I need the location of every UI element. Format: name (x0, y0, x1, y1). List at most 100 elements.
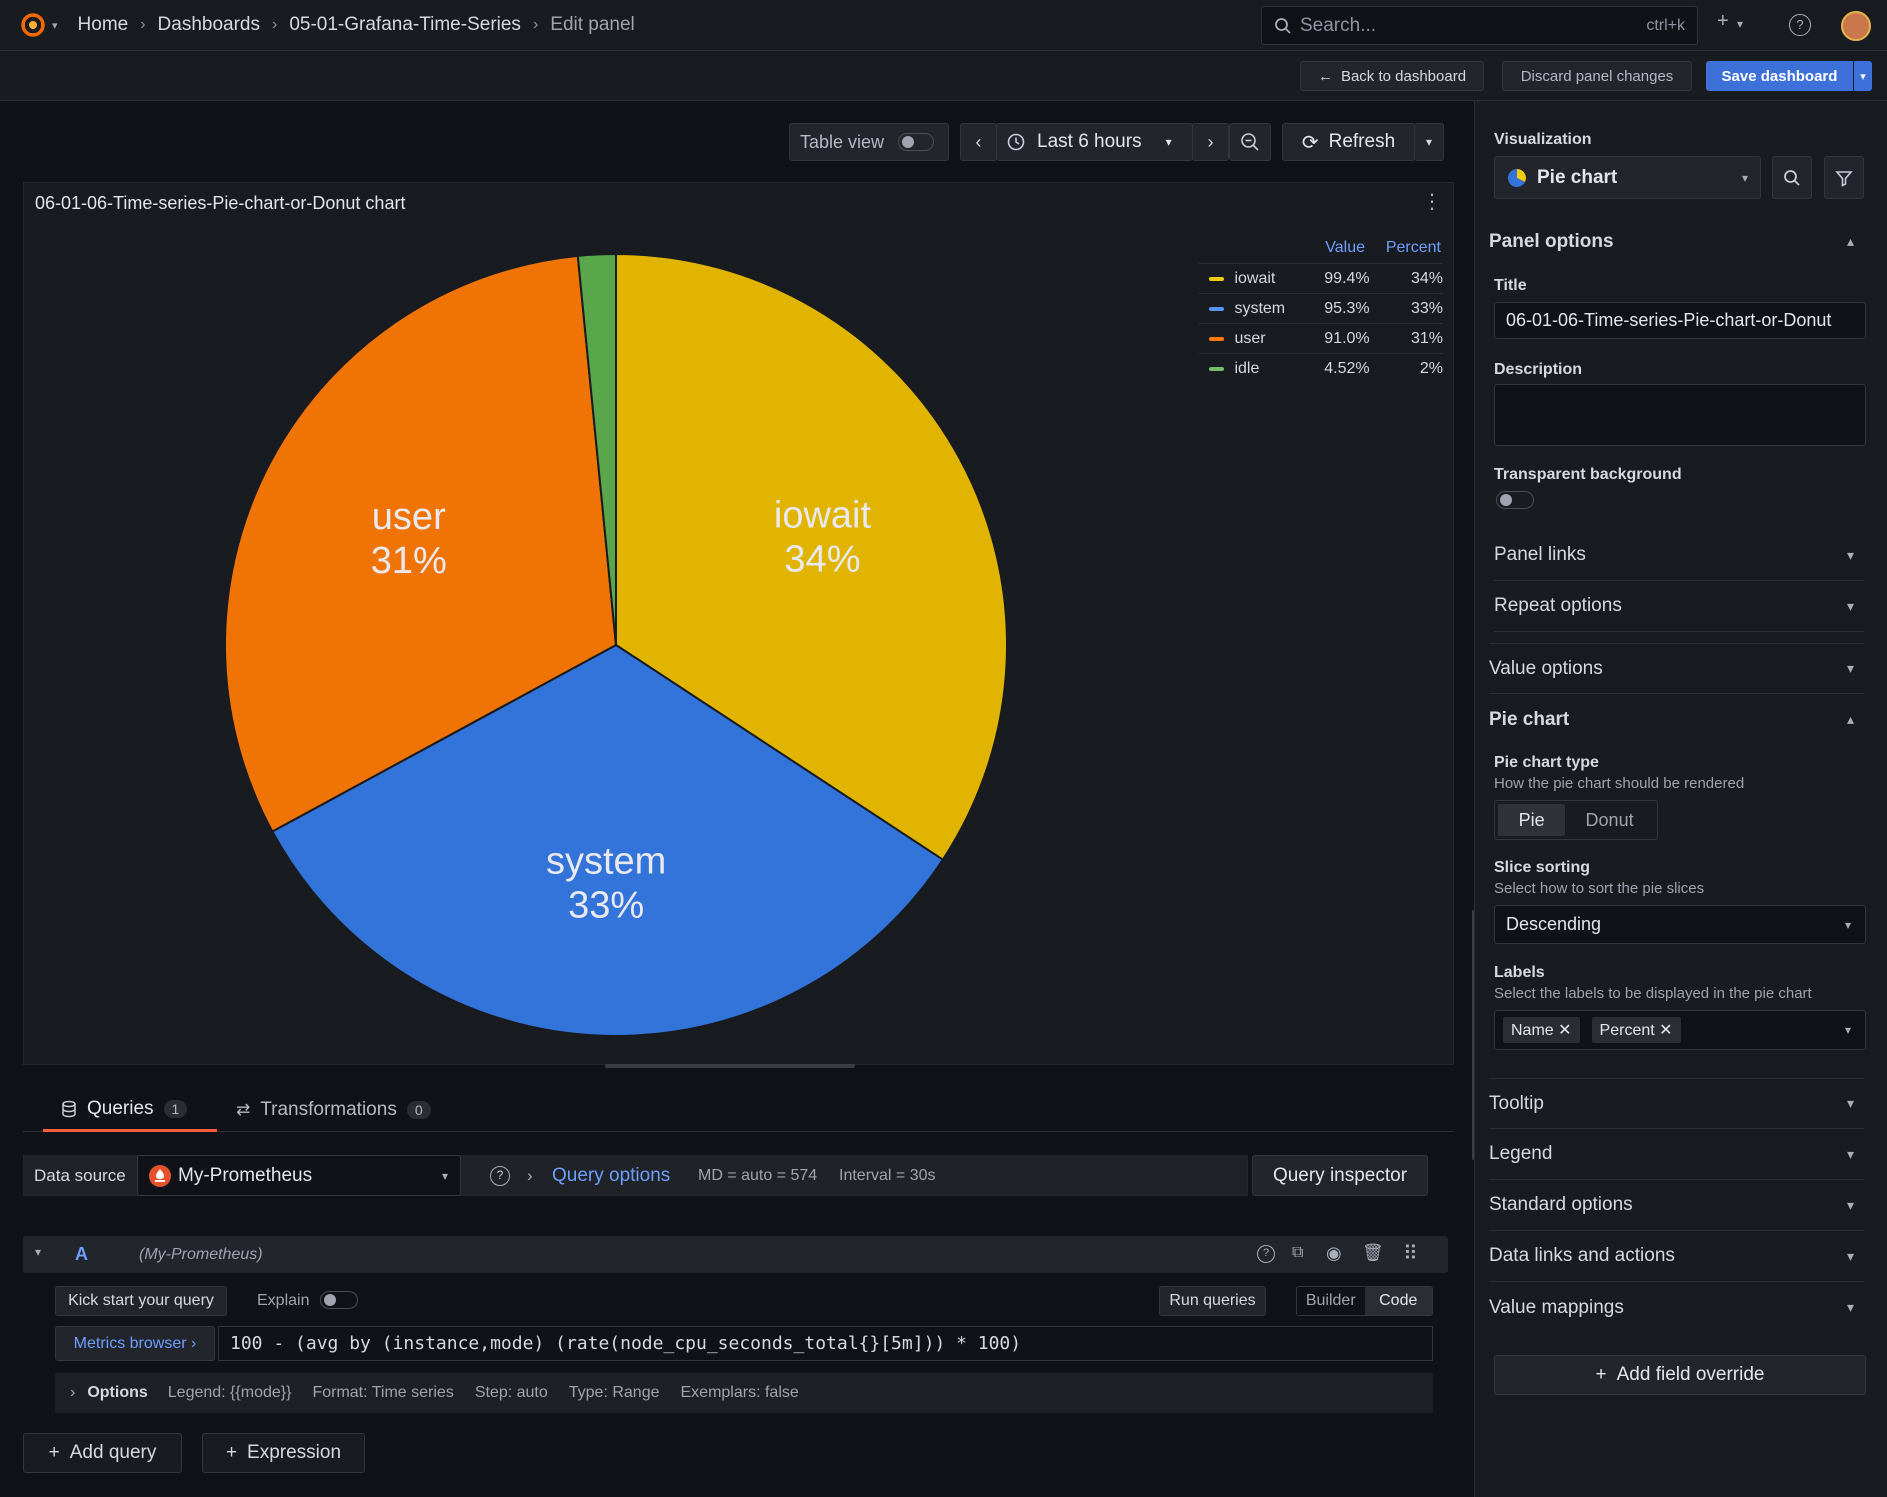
transparent-bg-toggle[interactable] (1496, 491, 1534, 509)
slice-sorting-select[interactable]: Descending ▾ (1494, 905, 1866, 944)
data-source-label: Data source (34, 1165, 126, 1185)
tab-transformations[interactable]: ⇄ Transformations 0 (216, 1088, 431, 1132)
query-options-summary[interactable]: › Options Legend: {{mode}} Format: Time … (55, 1373, 1433, 1413)
panel-resize-handle[interactable] (605, 1064, 855, 1068)
time-range-picker[interactable]: Last 6 hours ▾ (996, 123, 1193, 161)
time-back-button[interactable]: ‹ (960, 123, 997, 161)
avatar[interactable] (1841, 11, 1871, 41)
promql-code-editor[interactable]: 100 - (avg by (instance,mode) (rate(node… (218, 1326, 1433, 1361)
legend-header: Value Percent (1199, 233, 1443, 263)
visualization-picker[interactable]: Pie chart ▾ (1494, 156, 1761, 199)
zoom-out-button[interactable] (1229, 123, 1271, 161)
queries-count-badge: 1 (163, 1099, 188, 1118)
back-to-dashboard-button[interactable]: ← Back to dashboard (1300, 61, 1484, 91)
donut-option[interactable]: Donut (1565, 810, 1654, 831)
panel-title-input[interactable]: 06-01-06-Time-series-Pie-chart-or-Donut (1494, 302, 1866, 339)
section-pie-chart[interactable]: Pie chart ▴ (1489, 694, 1864, 745)
section-panel-links[interactable]: Panel links ▾ (1494, 530, 1864, 581)
run-queries-label: Run queries (1169, 1292, 1256, 1309)
pie-chart-section-title: Pie chart (1489, 708, 1570, 730)
panel-title-input-value: 06-01-06-Time-series-Pie-chart-or-Donut (1506, 310, 1832, 330)
save-options-chevron-icon[interactable]: ▾ (1854, 61, 1872, 91)
discard-changes-button[interactable]: Discard panel changes (1502, 61, 1692, 91)
eye-icon[interactable]: ◉ (1326, 1243, 1342, 1264)
drag-handle-icon[interactable]: ⠿ (1403, 1241, 1418, 1266)
chevron-down-icon: ▾ (1846, 660, 1854, 676)
query-ref-id[interactable]: A (75, 1244, 88, 1265)
breadcrumb-dashboards[interactable]: Dashboards (158, 14, 260, 36)
add-expression-button[interactable]: + Expression (202, 1433, 365, 1473)
search-input[interactable]: Search... ctrl+k (1261, 6, 1698, 45)
label-tag[interactable]: Percent ✕ (1591, 1017, 1681, 1043)
description-textarea[interactable] (1494, 384, 1866, 446)
legend-title: Legend (1489, 1143, 1553, 1164)
search-icon (1784, 169, 1800, 186)
table-view-toggle[interactable]: Table view (789, 123, 949, 161)
query-row-header[interactable]: ▾ A (My-Prometheus) ? ⧉ ◉ 🗑 ⠿ (23, 1236, 1448, 1273)
code-mode-button[interactable]: Code (1364, 1287, 1432, 1315)
refresh-button[interactable]: ⟳ Refresh (1282, 123, 1415, 161)
metrics-browser-button[interactable]: Metrics browser › (55, 1326, 215, 1361)
time-forward-button[interactable]: › (1192, 123, 1229, 161)
search-icon (1275, 17, 1291, 34)
chevron-down-icon[interactable]: ▾ (52, 19, 58, 32)
help-icon[interactable]: ? (1789, 14, 1811, 36)
label-tag[interactable]: Name ✕ (1503, 1017, 1580, 1043)
tab-queries[interactable]: Queries 1 (43, 1088, 217, 1132)
save-dashboard-button[interactable]: Save dashboard (1706, 61, 1853, 91)
toggle-switch[interactable] (898, 133, 935, 151)
labels-multiselect[interactable]: Name ✕ Percent ✕ ▾ (1494, 1010, 1866, 1050)
run-queries-button[interactable]: Run queries (1159, 1286, 1266, 1316)
pie-slice-label-name: user (372, 496, 446, 538)
chevron-right-icon: › (1207, 131, 1214, 152)
slice-sorting-label: Slice sorting (1494, 859, 1591, 876)
option-format: Format: Time series (312, 1384, 454, 1401)
help-icon[interactable]: ? (489, 1156, 511, 1195)
legend-name: user (1234, 329, 1266, 347)
legend-item[interactable]: system 95.3% 33% (1199, 293, 1443, 323)
breadcrumb-home[interactable]: Home (78, 14, 129, 36)
kick-start-button[interactable]: Kick start your query (55, 1286, 227, 1316)
legend-item[interactable]: idle 4.52% 2% (1199, 353, 1443, 383)
section-legend[interactable]: Legend ▾ (1489, 1129, 1864, 1180)
legend-item[interactable]: user 91.0% 31% (1199, 323, 1443, 353)
chevron-down-icon: ▾ (1846, 597, 1854, 614)
close-icon[interactable]: ✕ (1659, 1022, 1672, 1039)
trash-icon[interactable]: 🗑 (1362, 1243, 1384, 1263)
section-value-options[interactable]: Value options ▾ (1489, 643, 1864, 694)
query-inspector-button[interactable]: Query inspector (1252, 1155, 1428, 1196)
chevron-down-icon[interactable]: ▾ (35, 1245, 41, 1259)
builder-mode-button[interactable]: Builder (1297, 1287, 1365, 1315)
close-icon[interactable]: ✕ (1558, 1022, 1571, 1039)
legend-item[interactable]: iowait 99.4% 34% (1199, 263, 1443, 293)
section-data-links[interactable]: Data links and actions ▾ (1489, 1231, 1864, 1282)
help-icon[interactable]: ? (1257, 1245, 1275, 1263)
chevron-down-icon[interactable]: ▾ (1737, 17, 1743, 31)
add-query-button[interactable]: + Add query (23, 1433, 182, 1473)
pie-option[interactable]: Pie (1498, 804, 1566, 836)
search-options-button[interactable] (1772, 156, 1812, 199)
section-tooltip[interactable]: Tooltip ▾ (1489, 1078, 1864, 1129)
explain-toggle[interactable] (320, 1291, 358, 1309)
chevron-right-icon[interactable]: › (527, 1156, 533, 1195)
section-repeat-options[interactable]: Repeat options ▾ (1494, 581, 1864, 632)
breadcrumb-dashboard[interactable]: 05-01-Grafana-Time-Series (289, 14, 521, 36)
plus-icon[interactable]: + (1717, 10, 1729, 33)
section-standard-options[interactable]: Standard options ▾ (1489, 1180, 1864, 1231)
tab-queries-label: Queries (87, 1097, 154, 1119)
legend-header-value[interactable]: Value (1295, 239, 1365, 257)
grafana-logo-icon[interactable] (20, 12, 46, 38)
duplicate-icon[interactable]: ⧉ (1292, 1244, 1303, 1262)
query-options-toggle[interactable]: Query options (552, 1156, 670, 1195)
refresh-interval-chevron-icon[interactable]: ▾ (1414, 123, 1444, 161)
filter-options-button[interactable] (1824, 156, 1864, 199)
clock-icon (1007, 133, 1025, 151)
section-panel-options[interactable]: Panel options ▴ (1489, 216, 1864, 267)
legend-header-percent[interactable]: Percent (1365, 239, 1441, 257)
prometheus-icon (149, 1164, 171, 1187)
chevron-down-icon: ▾ (1846, 1247, 1854, 1264)
add-field-override-button[interactable]: + Add field override (1494, 1355, 1866, 1395)
data-source-picker[interactable]: My-Prometheus ▾ (137, 1155, 461, 1196)
option-step: Step: auto (474, 1384, 548, 1401)
section-value-mappings[interactable]: Value mappings ▾ (1489, 1282, 1864, 1333)
